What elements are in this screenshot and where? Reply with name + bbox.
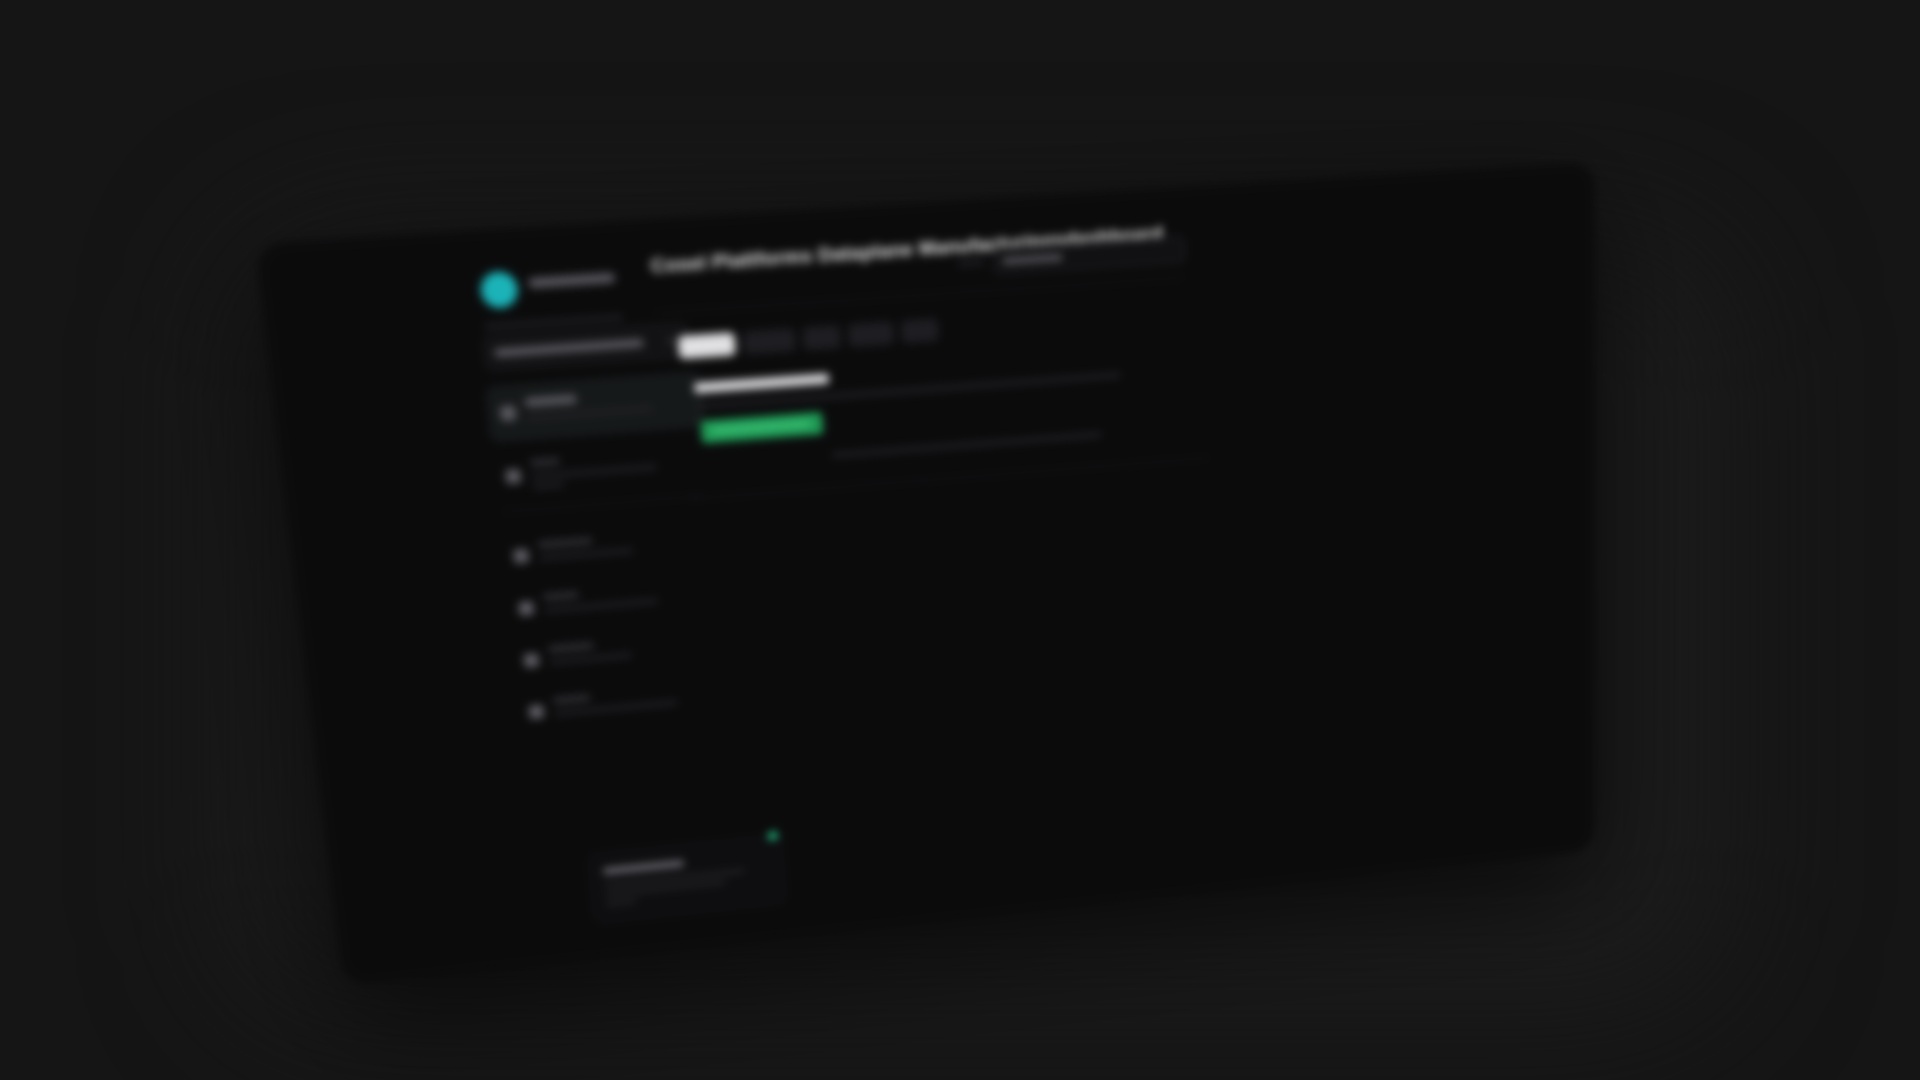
sidebar-item-label-placeholder <box>537 536 593 549</box>
flag-icon <box>513 548 530 564</box>
status-card-title-placeholder <box>602 859 685 876</box>
sidebar-item-label-placeholder <box>552 694 591 705</box>
tab[interactable] <box>900 318 939 344</box>
check-icon <box>523 652 540 669</box>
sidebar-item-label-placeholder <box>529 457 561 467</box>
sidebar-item-label-placeholder <box>542 590 579 601</box>
sidebar <box>255 207 904 987</box>
topbar-label-placeholder <box>957 259 985 267</box>
primary-action-label-placeholder <box>711 420 811 434</box>
chevron-down-icon <box>666 337 676 345</box>
sidebar-item-label-placeholder <box>547 641 594 653</box>
tab[interactable] <box>847 321 895 348</box>
tab[interactable] <box>802 325 842 351</box>
sidebar-item-desc-placeholder <box>549 652 633 665</box>
screen: Cosel Plattforms Dataplane Manufacturing… <box>0 0 1920 1080</box>
doc-icon <box>505 468 522 485</box>
sidebar-item-desc-placeholder <box>544 598 659 613</box>
sidebar-item[interactable] <box>493 436 707 503</box>
workspace-select[interactable] <box>483 322 690 371</box>
sidebar-item-active[interactable] <box>486 372 704 442</box>
user-icon <box>528 704 545 720</box>
topbar-select-value-placeholder <box>1002 254 1063 265</box>
status-dot-icon <box>767 830 779 842</box>
empty-state-text-placeholder <box>831 431 1102 458</box>
sidebar-item-desc-placeholder <box>531 464 658 480</box>
tab[interactable] <box>742 328 796 355</box>
logo-dot-icon[interactable] <box>479 270 520 310</box>
status-card-text-placeholder <box>606 898 637 907</box>
workspace-label-placeholder <box>484 314 624 330</box>
sidebar-item-label-placeholder <box>524 394 577 407</box>
app-window: Cosel Plattforms Dataplane Manufacturing… <box>254 161 1595 987</box>
sidebar-item-desc-placeholder <box>532 481 565 490</box>
tab-active[interactable] <box>677 332 736 360</box>
workspace-select-value-placeholder <box>494 338 644 358</box>
sidebar-item-desc-placeholder <box>526 405 654 421</box>
sidebar-item-desc-placeholder <box>539 547 634 561</box>
app-name-placeholder <box>528 272 615 288</box>
box-icon <box>518 600 535 617</box>
grid-icon <box>499 405 517 422</box>
status-card <box>588 830 786 924</box>
